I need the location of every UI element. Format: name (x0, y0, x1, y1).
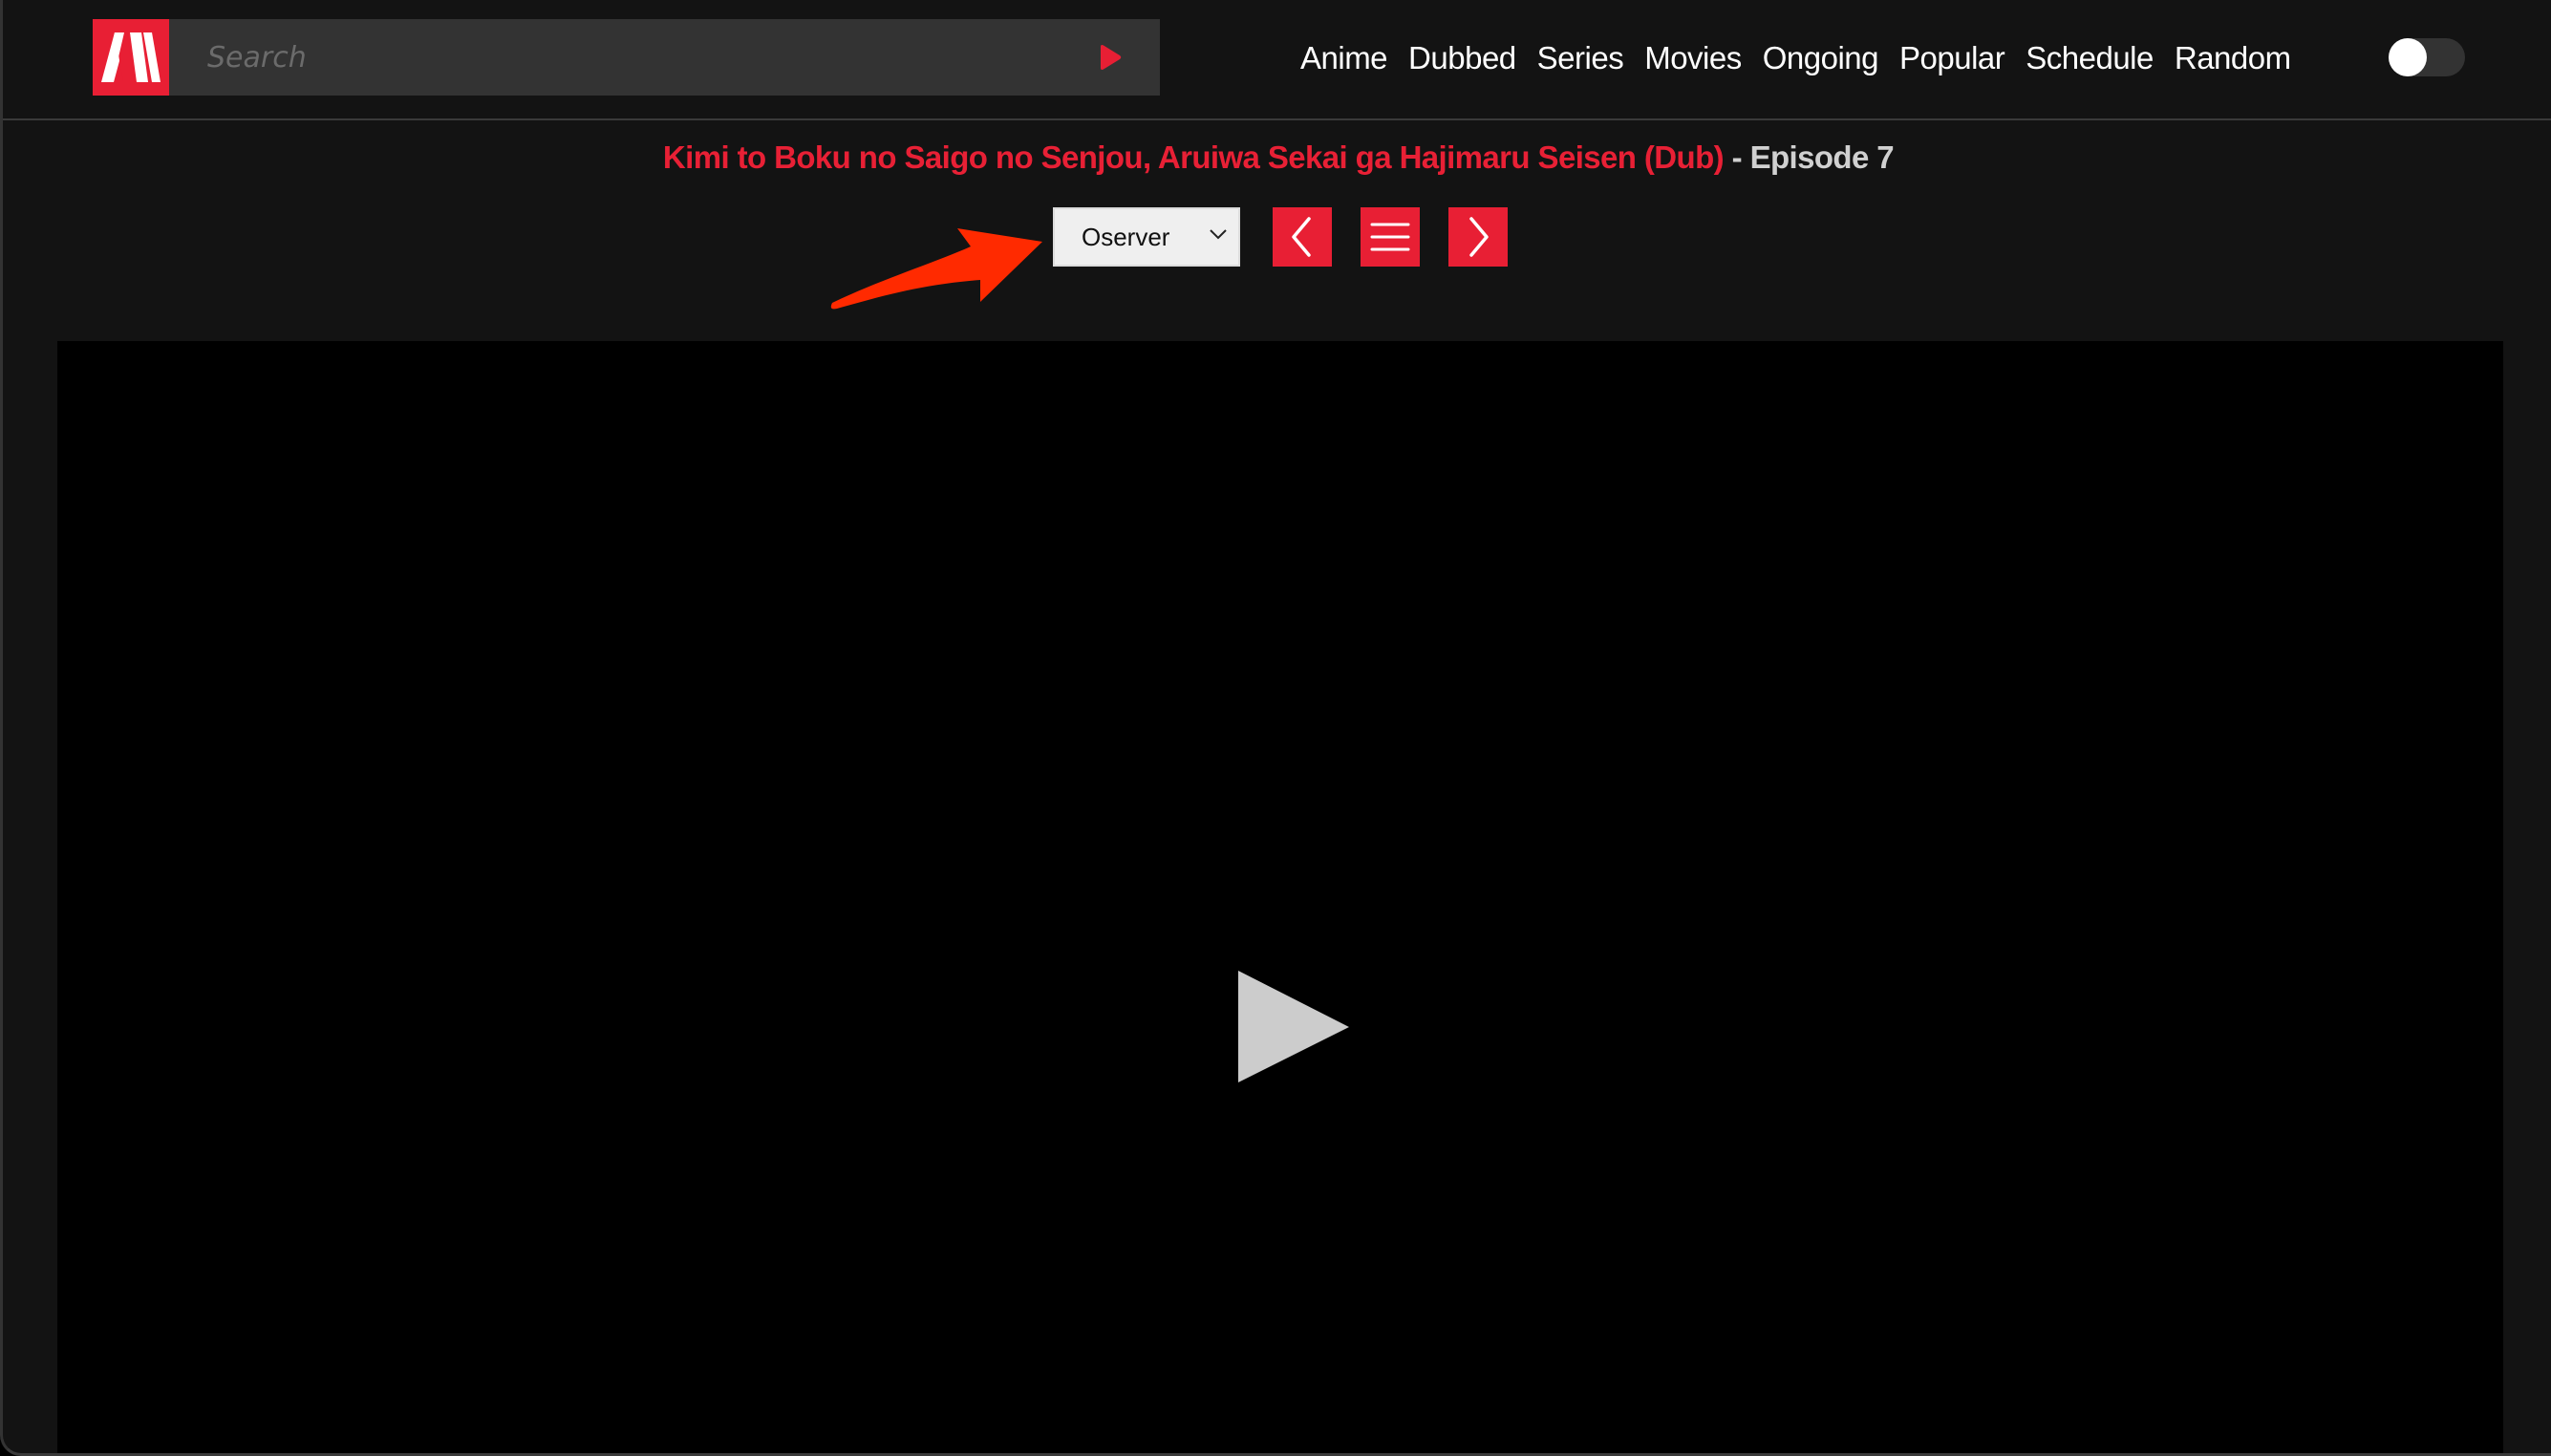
series-title-link[interactable]: Kimi to Boku no Saigo no Senjou, Aruiwa … (663, 139, 1725, 175)
site-logo[interactable] (93, 19, 169, 96)
search-bar (169, 19, 1160, 96)
previous-episode-button[interactable] (1273, 207, 1332, 267)
play-triangle-icon (1101, 45, 1122, 70)
nav-popular[interactable]: Popular (1899, 40, 2005, 76)
site-header: Anime Dubbed Series Movies Ongoing Popul… (3, 0, 2551, 118)
nav-anime[interactable]: Anime (1300, 40, 1388, 76)
nav-series[interactable]: Series (1537, 40, 1624, 76)
chevron-left-icon (1292, 217, 1311, 257)
server-select[interactable]: Oserver (1053, 207, 1240, 267)
nav-random[interactable]: Random (2175, 40, 2291, 76)
episode-number: - Episode 7 (1724, 139, 1895, 175)
theme-toggle[interactable] (2389, 38, 2465, 76)
search-submit-button[interactable] (1096, 44, 1125, 71)
server-select-value: Oserver (1082, 222, 1170, 251)
browser-window: Anime Dubbed Series Movies Ongoing Popul… (0, 0, 2551, 1456)
chevron-right-icon (1469, 217, 1489, 257)
play-icon[interactable] (1238, 971, 1353, 1085)
episode-list-button[interactable] (1361, 207, 1420, 267)
main-nav: Anime Dubbed Series Movies Ongoing Popul… (1300, 34, 2312, 82)
nav-schedule[interactable]: Schedule (2026, 40, 2154, 76)
menu-icon (1370, 223, 1410, 251)
next-episode-button[interactable] (1448, 207, 1508, 267)
toggle-knob (2389, 38, 2427, 76)
nav-movies[interactable]: Movies (1644, 40, 1742, 76)
nav-ongoing[interactable]: Ongoing (1763, 40, 1879, 76)
search-input[interactable] (207, 19, 1067, 96)
arrow-icon (830, 228, 1042, 310)
logo-icon (101, 32, 161, 82)
chevron-down-icon (1210, 229, 1227, 240)
episode-title: Kimi to Boku no Saigo no Senjou, Aruiwa … (3, 139, 2551, 176)
nav-dubbed[interactable]: Dubbed (1408, 40, 1516, 76)
header-divider (3, 118, 2551, 120)
video-player[interactable] (57, 341, 2503, 1453)
